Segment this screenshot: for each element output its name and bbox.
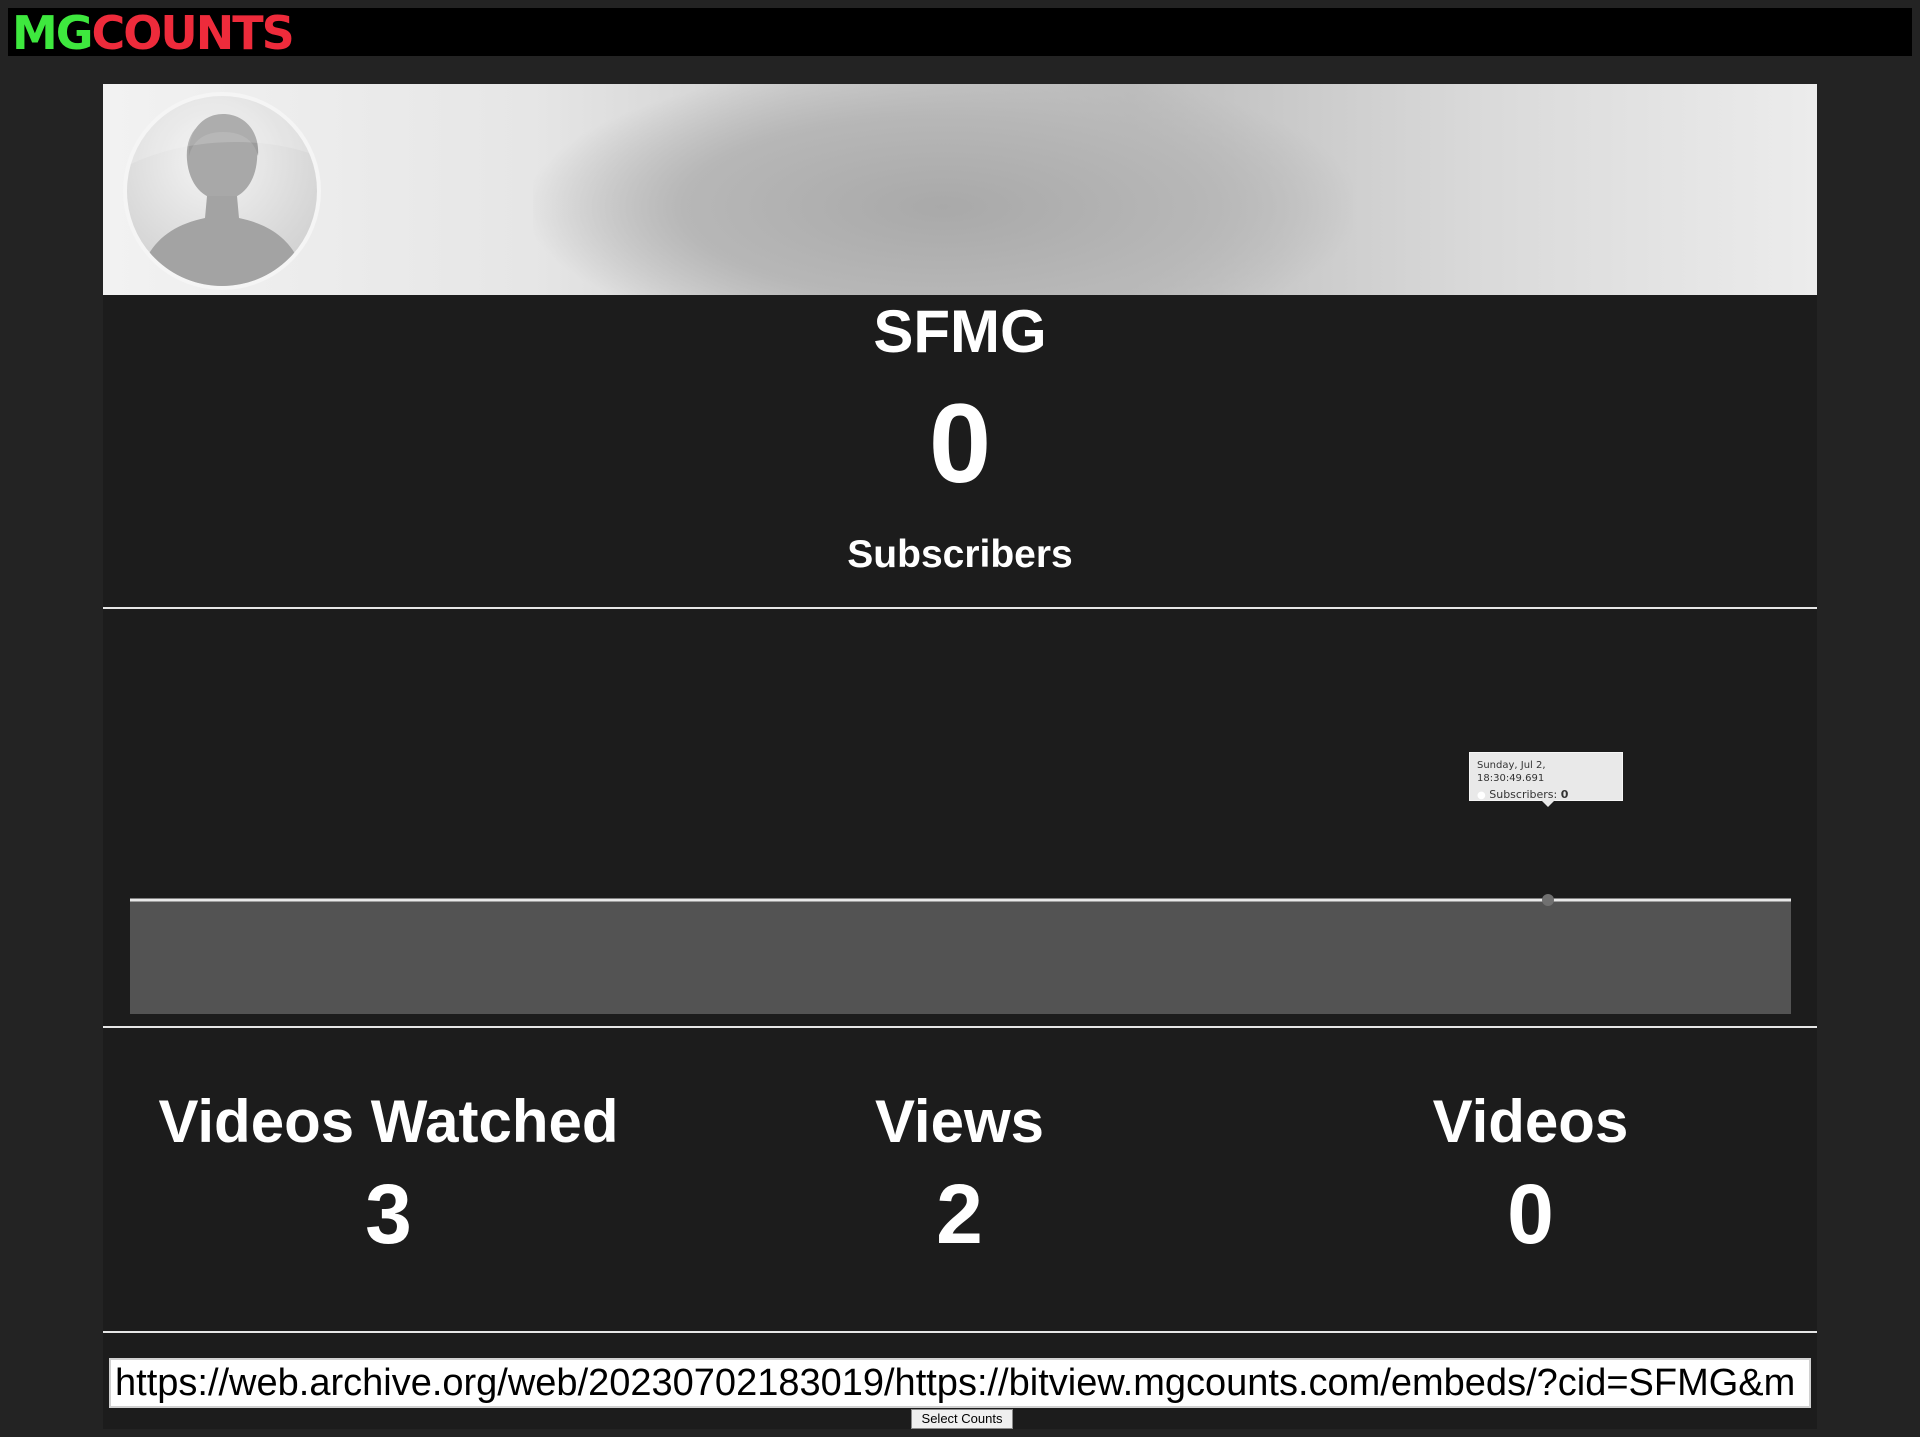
series-dot-icon: ●	[1477, 790, 1486, 801]
divider	[103, 607, 1817, 609]
subscriber-label: Subscribers	[847, 533, 1073, 576]
stat-value: 2	[936, 1167, 983, 1261]
channel-card: SFMG 0 Subscribers Sunday, Jul 2, 18:30:…	[103, 84, 1817, 1429]
stat-videos: Videos 0	[1245, 1084, 1816, 1264]
tooltip-series-value: 0	[1560, 788, 1569, 801]
stat-views: Views 2	[674, 1084, 1245, 1264]
divider	[103, 1331, 1817, 1333]
embed-url-field[interactable]: https://web.archive.org/web/202307021830…	[109, 1358, 1811, 1408]
stat-videos-watched: Videos Watched 3	[103, 1084, 674, 1264]
site-logo[interactable]: MGCOUNTS	[12, 10, 295, 56]
tooltip-date: Sunday, Jul 2, 18:30:49.691	[1477, 760, 1546, 784]
chart-area-fill	[130, 900, 1791, 1014]
channel-banner	[103, 84, 1817, 295]
stat-label: Videos	[1432, 1088, 1629, 1155]
divider	[103, 1026, 1817, 1028]
channel-avatar	[123, 92, 321, 290]
logo-counts-text: COUNTS	[91, 6, 295, 60]
tooltip-arrow	[1541, 800, 1555, 807]
stat-label: Videos Watched	[158, 1088, 619, 1155]
stat-value: 0	[1507, 1167, 1554, 1261]
banner-image	[533, 84, 1353, 295]
chart-hover-point[interactable]	[1542, 894, 1554, 906]
select-counts-button[interactable]: Select Counts	[911, 1409, 1013, 1429]
default-user-silhouette-icon	[127, 96, 317, 286]
subscriber-count: 0	[928, 381, 992, 506]
channel-name: SFMG	[873, 298, 1047, 365]
stat-label: Views	[874, 1088, 1044, 1155]
logo-mg-text: MG	[12, 6, 94, 60]
chart-tooltip: Sunday, Jul 2, 18:30:49.691 ● Subscriber…	[1469, 752, 1623, 807]
top-bar: MGCOUNTS	[8, 8, 1912, 56]
stat-value: 3	[365, 1167, 412, 1261]
